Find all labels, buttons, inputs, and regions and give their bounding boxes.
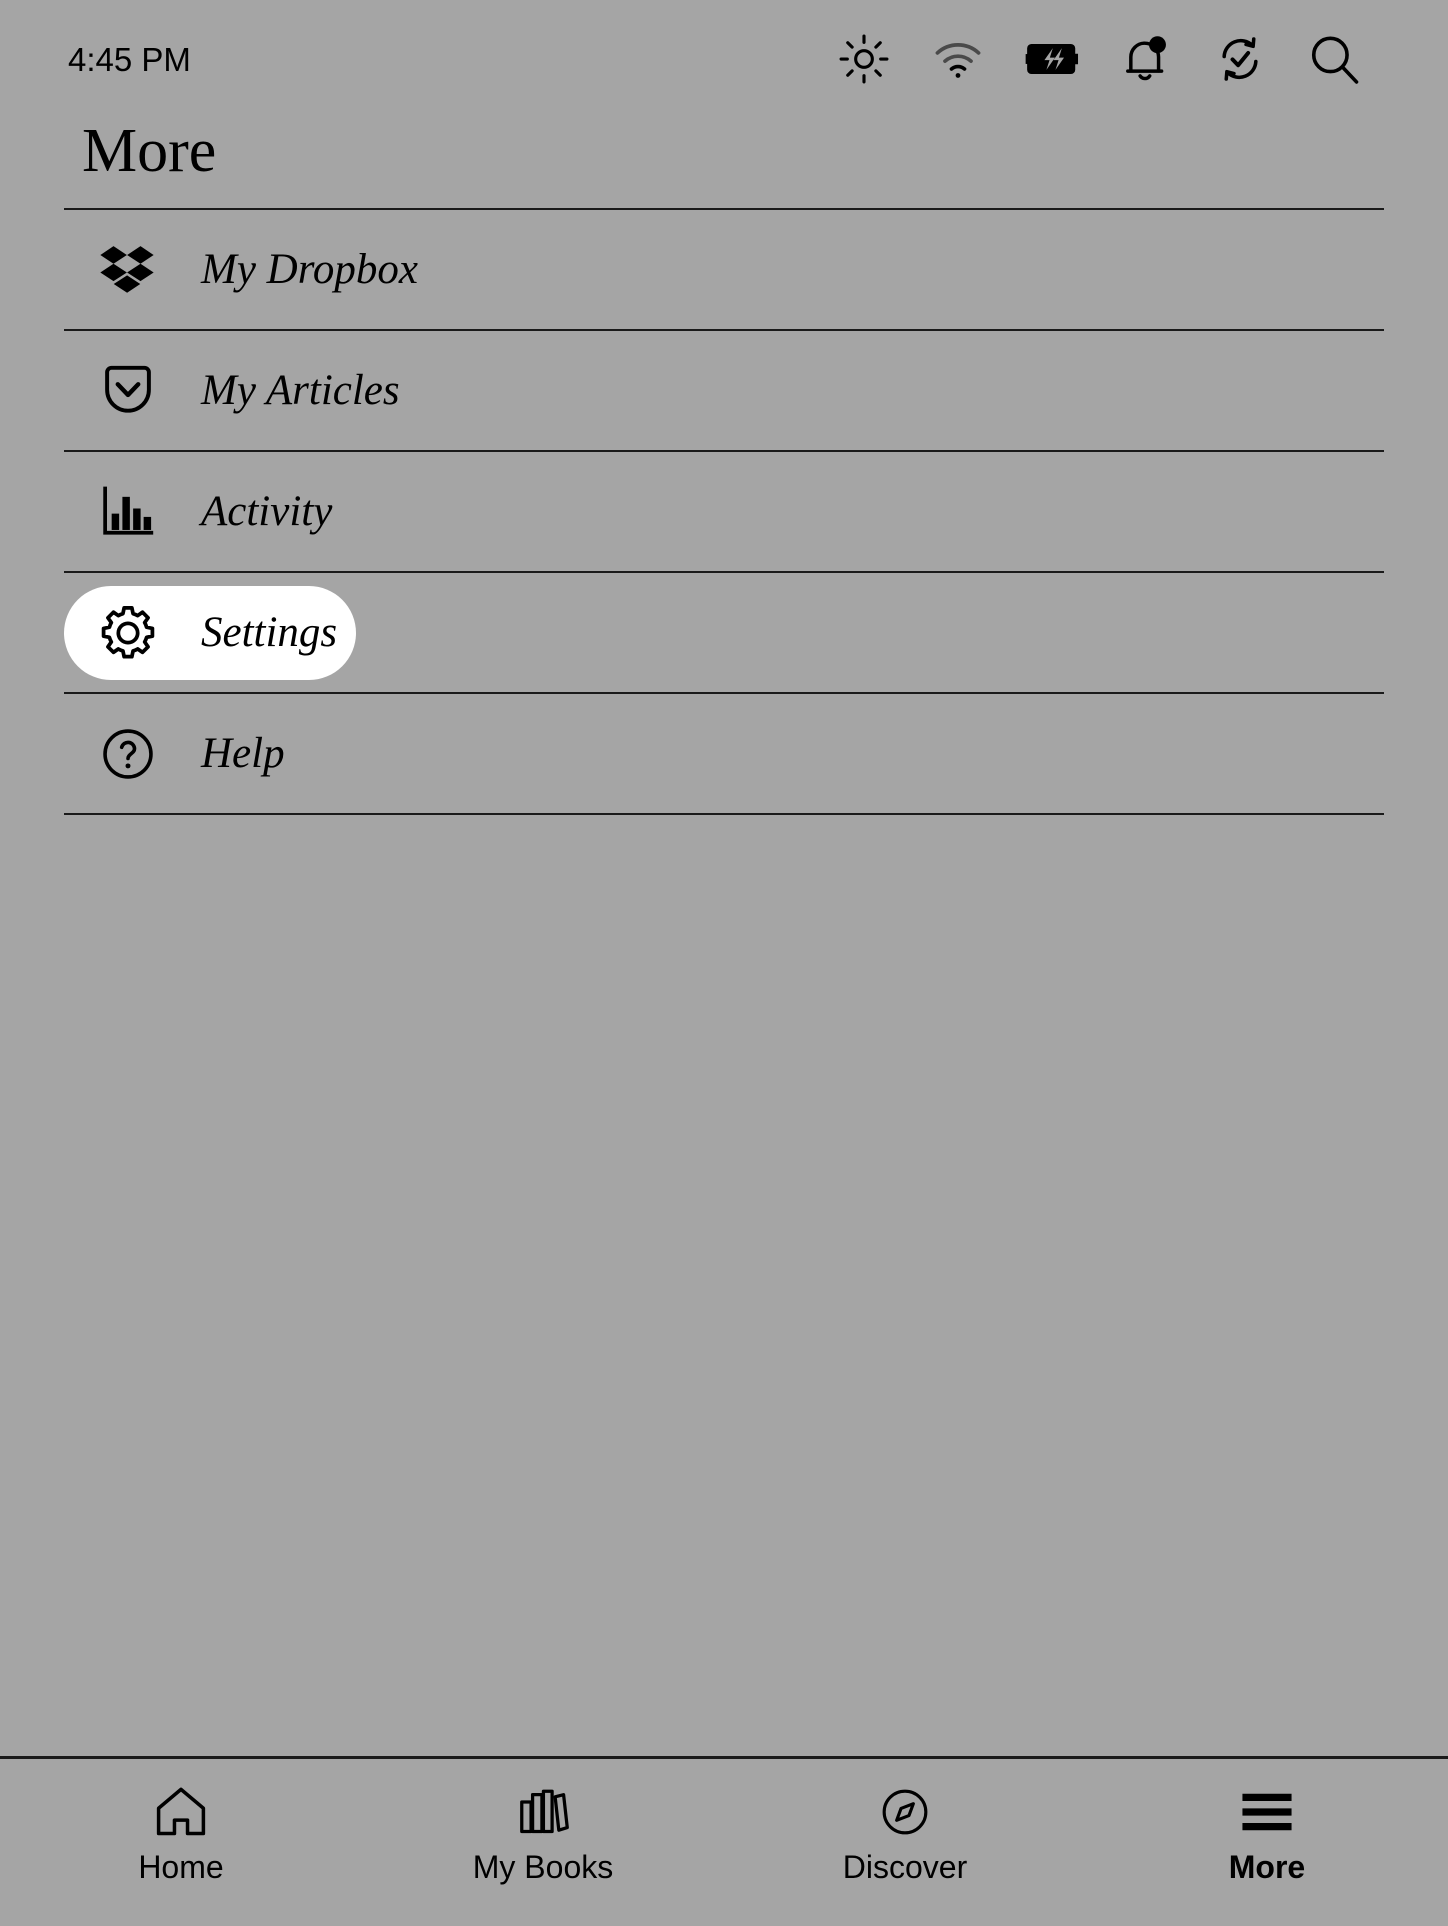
wifi-icon[interactable] <box>930 31 986 87</box>
page-title: More <box>64 120 1384 182</box>
brightness-icon[interactable] <box>836 31 892 87</box>
menu-item-label: Settings <box>201 611 337 654</box>
more-menu-list: My Dropbox My Articles <box>0 210 1448 1756</box>
menu-item-label: Help <box>201 732 285 775</box>
bar-chart-icon <box>98 482 158 542</box>
gear-icon <box>98 603 158 663</box>
bottom-tab-bar: Home My Books Discover <box>0 1756 1448 1926</box>
menu-item-settings[interactable]: Settings <box>64 573 1384 694</box>
search-icon[interactable] <box>1306 31 1362 87</box>
menu-item-my-articles[interactable]: My Articles <box>64 331 1384 452</box>
tab-home[interactable]: Home <box>0 1785 362 1883</box>
tab-label: Home <box>138 1851 223 1883</box>
hamburger-menu-icon <box>1239 1785 1295 1839</box>
tab-discover[interactable]: Discover <box>724 1785 1086 1883</box>
tab-more[interactable]: More <box>1086 1785 1448 1883</box>
sync-check-icon[interactable] <box>1212 31 1268 87</box>
status-clock: 4:45 PM <box>68 43 191 76</box>
tab-label: My Books <box>473 1851 613 1883</box>
page-header: More <box>0 118 1448 210</box>
menu-item-my-dropbox[interactable]: My Dropbox <box>64 210 1384 331</box>
menu-item-label: Activity <box>201 490 332 533</box>
dropbox-icon <box>98 240 158 300</box>
e-reader-more-screen: 4:45 PM <box>0 0 1448 1926</box>
tab-label: Discover <box>843 1851 967 1883</box>
notifications-bell-icon[interactable] <box>1118 31 1174 87</box>
question-circle-icon <box>98 724 158 784</box>
tab-label: More <box>1229 1851 1305 1883</box>
home-icon <box>153 1785 209 1839</box>
menu-item-activity[interactable]: Activity <box>64 452 1384 573</box>
pocket-icon <box>98 361 158 421</box>
menu-item-help[interactable]: Help <box>64 694 1384 815</box>
books-icon <box>517 1785 569 1839</box>
tab-my-books[interactable]: My Books <box>362 1785 724 1883</box>
battery-charging-icon[interactable] <box>1024 31 1080 87</box>
compass-icon <box>880 1785 930 1839</box>
menu-item-label: My Articles <box>201 369 400 412</box>
menu-item-label: My Dropbox <box>201 248 418 291</box>
status-icon-group <box>836 31 1400 87</box>
status-bar: 4:45 PM <box>0 0 1448 118</box>
